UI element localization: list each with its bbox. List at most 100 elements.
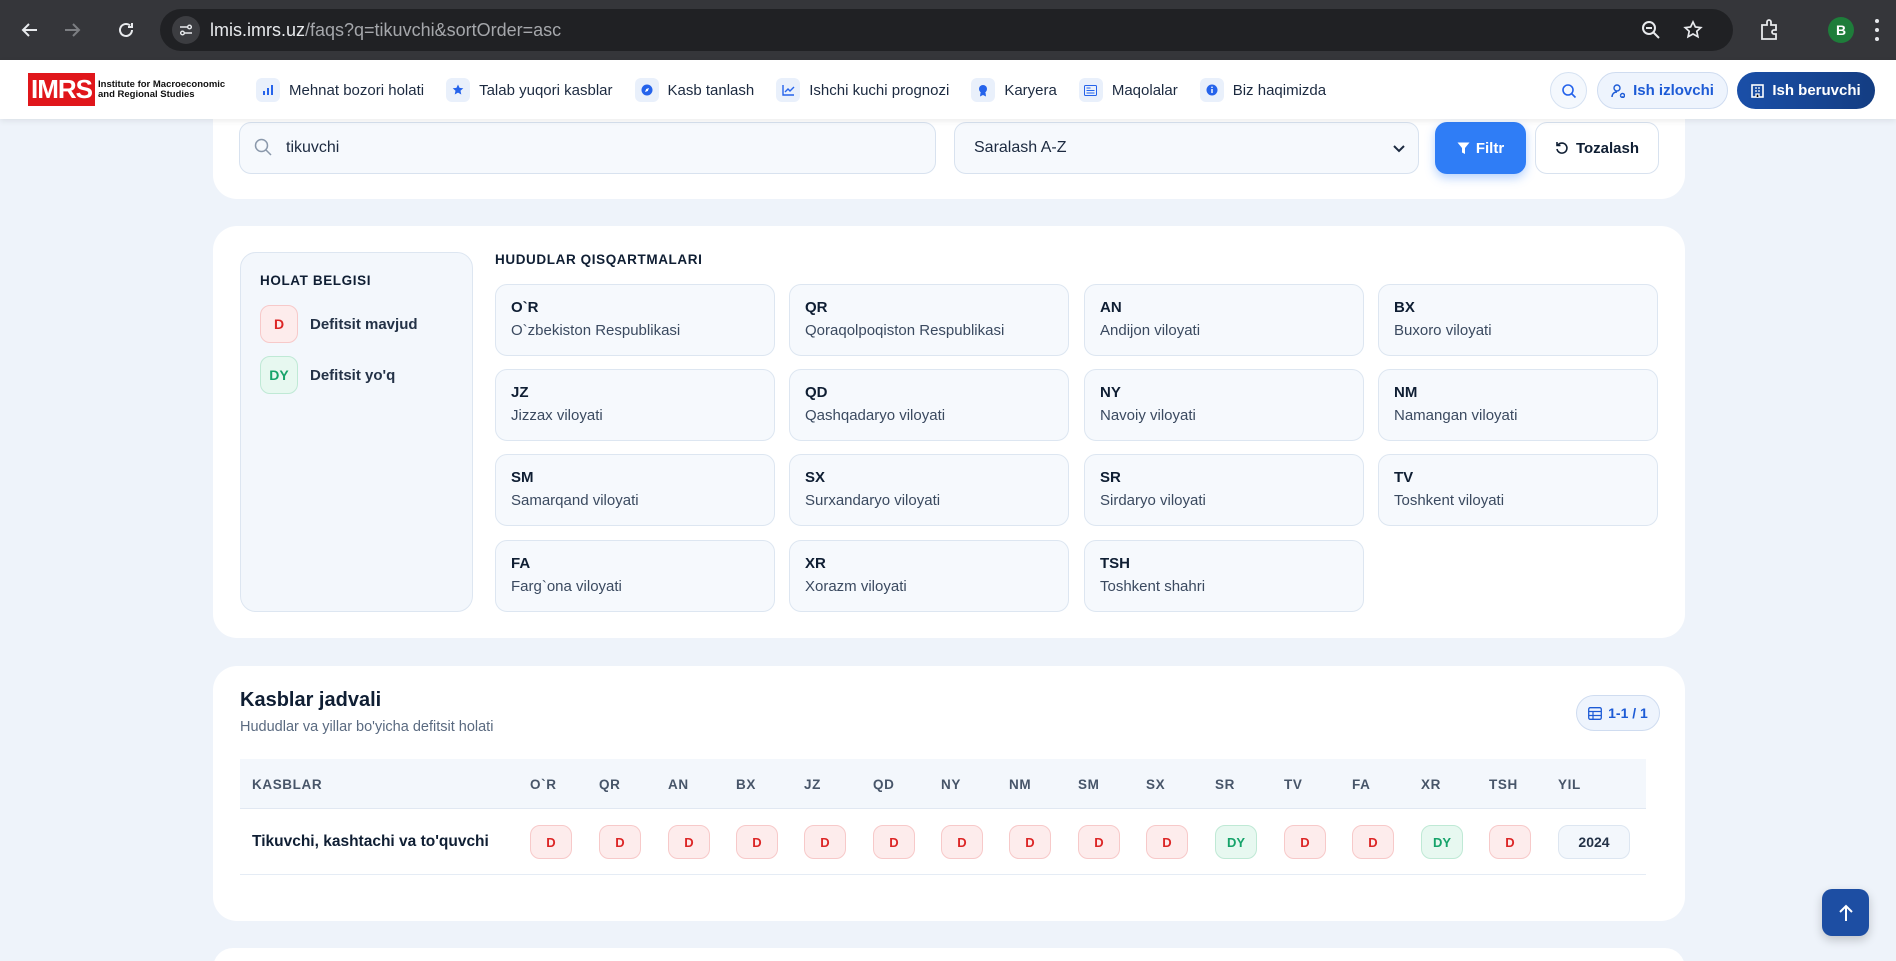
nav-item-kasb-tanlash[interactable]: Kasb tanlash (634, 77, 754, 103)
region-card: NY Navoiy viloyati (1084, 369, 1364, 441)
status-cell: D (1352, 825, 1394, 859)
zoom-icon[interactable] (1640, 19, 1662, 41)
region-card: QD Qashqadaryo viloyati (789, 369, 1069, 441)
search-input[interactable]: tikuvchi (239, 122, 936, 174)
column-header: SM (1078, 777, 1100, 792)
browser-menu-icon[interactable] (1873, 19, 1881, 41)
legend-item-deficit: D Defitsit mavjud (260, 305, 418, 343)
forward-icon[interactable] (59, 17, 85, 43)
employer-button[interactable]: Ish beruvchi (1737, 72, 1875, 109)
nav-item-mehnat-bozori[interactable]: Mehnat bozori holati (256, 77, 424, 103)
status-cell: D (736, 825, 778, 859)
region-card: SM Samarqand viloyati (495, 454, 775, 526)
logo-text: Institute for Macroeconomic and Regional… (98, 78, 226, 100)
user-search-icon (1611, 83, 1626, 98)
region-card: AN Andijon viloyati (1084, 284, 1364, 356)
region-card: SR Sirdaryo viloyati (1084, 454, 1364, 526)
column-header: NY (941, 777, 961, 792)
region-card: XR Xorazm viloyati (789, 540, 1069, 612)
job-seeker-button[interactable]: Ish izlovchi (1597, 72, 1728, 109)
bookmark-star-icon[interactable] (1682, 19, 1704, 41)
status-cell: D (599, 825, 641, 859)
filter-icon (1457, 142, 1470, 154)
column-header: SR (1215, 777, 1235, 792)
year-badge: 2024 (1558, 825, 1630, 859)
table-row: Tikuvchi, kashtachi va to'quvchi D D D D… (240, 809, 1646, 875)
legend-title: HOLAT BELGISI (260, 273, 372, 288)
building-icon (1751, 83, 1765, 98)
column-header[interactable]: KASBLAR (252, 777, 322, 792)
reset-button[interactable]: Tozalash (1535, 122, 1659, 174)
legend-card: HOLAT BELGISI D Defitsit mavjud DY Defit… (213, 226, 1685, 638)
star-icon (446, 78, 471, 102)
browser-toolbar: lmis.imrs.uz/faqs?q=tikuvchi&sortOrder=a… (0, 0, 1896, 60)
pagination-badge: 1-1 / 1 (1576, 695, 1660, 731)
site-header: IMRS Institute for Macroeconomic and Reg… (0, 60, 1896, 119)
nav-item-biz-haqimizda[interactable]: Biz haqimizda (1199, 77, 1326, 103)
sort-value: Saralash A-Z (974, 139, 1067, 156)
scroll-to-top-button[interactable] (1822, 889, 1869, 936)
column-header: NM (1009, 777, 1032, 792)
info-icon (1199, 78, 1224, 102)
region-card: O`R O`zbekiston Respublikasi (495, 284, 775, 356)
region-card: QR Qoraqolpoqiston Respublikasi (789, 284, 1069, 356)
address-bar[interactable]: lmis.imrs.uz/faqs?q=tikuvchi&sortOrder=a… (160, 9, 1733, 51)
region-card: TSH Toshkent shahri (1084, 540, 1364, 612)
logo-mark: IMRS (28, 73, 95, 106)
table-title: Kasblar jadvali (240, 689, 382, 711)
column-header: JZ (804, 777, 821, 792)
column-header: YIL (1558, 777, 1581, 792)
search-query: tikuvchi (286, 139, 340, 156)
trend-line-icon (776, 78, 801, 102)
status-cell: D (1146, 825, 1188, 859)
professions-table-card: Kasblar jadvali Hududlar va yillar bo'yi… (213, 666, 1685, 921)
column-header: TV (1284, 777, 1303, 792)
status-cell: D (804, 825, 846, 859)
deficit-badge: D (260, 305, 298, 343)
column-header: TSH (1489, 777, 1518, 792)
arrow-up-icon (1838, 904, 1853, 921)
status-legend: HOLAT BELGISI D Defitsit mavjud DY Defit… (240, 252, 473, 612)
compass-icon (634, 78, 659, 102)
nav-item-maqolalar[interactable]: Maqolalar (1078, 77, 1178, 103)
reload-icon[interactable] (113, 17, 139, 43)
award-icon (971, 78, 996, 102)
search-icon (1561, 83, 1576, 98)
back-icon[interactable] (17, 17, 43, 43)
newspaper-icon (1078, 78, 1103, 102)
column-header: QR (599, 777, 621, 792)
status-cell: D (1078, 825, 1120, 859)
nav-item-karyera[interactable]: Karyera (971, 77, 1057, 103)
main-nav: Mehnat bozori holati Talab yuqori kasbla… (256, 77, 1348, 103)
next-section-card (213, 948, 1685, 961)
site-settings-icon[interactable] (172, 16, 200, 44)
column-header: SX (1146, 777, 1166, 792)
no-deficit-badge: DY (260, 356, 298, 394)
column-header: XR (1421, 777, 1441, 792)
nav-item-talab-yuqori[interactable]: Talab yuqori kasblar (446, 77, 613, 103)
column-header: BX (736, 777, 756, 792)
status-cell: DY (1215, 825, 1257, 859)
url-text: lmis.imrs.uz/faqs?q=tikuvchi&sortOrder=a… (210, 20, 562, 40)
filter-button[interactable]: Filtr (1435, 122, 1526, 174)
status-cell: DY (1421, 825, 1463, 859)
status-cell: D (1009, 825, 1051, 859)
nav-item-ishchi-kuchi[interactable]: Ishchi kuchi prognozi (776, 77, 949, 103)
header-search-button[interactable] (1550, 72, 1587, 109)
table-header: KASBLAR O`R QR AN BX JZ QD NY NM SM SX S… (240, 759, 1646, 809)
extensions-icon[interactable] (1757, 17, 1783, 43)
profile-avatar[interactable]: B (1828, 17, 1854, 43)
column-header: QD (873, 777, 895, 792)
region-card: NM Namangan viloyati (1378, 369, 1658, 441)
chevron-down-icon (1392, 141, 1406, 160)
region-card: FA Farg`ona viloyati (495, 540, 775, 612)
status-cell: D (1489, 825, 1531, 859)
status-cell: D (530, 825, 572, 859)
region-card: TV Toshkent viloyati (1378, 454, 1658, 526)
search-icon (254, 138, 272, 161)
column-header: FA (1352, 777, 1371, 792)
imrs-logo[interactable]: IMRS Institute for Macroeconomic and Reg… (28, 73, 228, 106)
sort-select[interactable]: Saralash A-Z (954, 122, 1419, 174)
table-subtitle: Hududlar va yillar bo'yicha defitsit hol… (240, 719, 494, 735)
status-cell: D (873, 825, 915, 859)
